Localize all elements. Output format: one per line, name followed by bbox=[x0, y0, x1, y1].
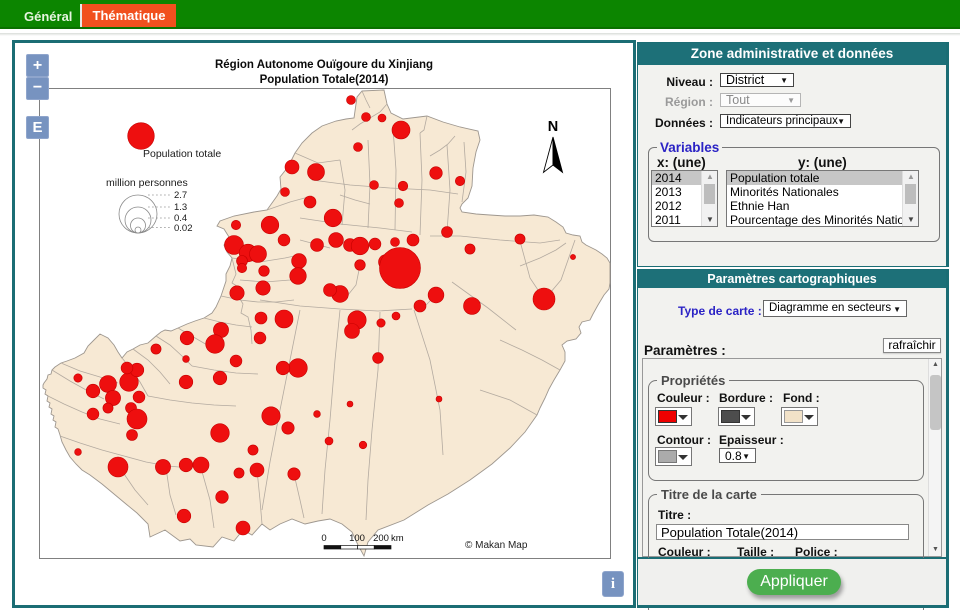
svg-text:0.02: 0.02 bbox=[174, 223, 193, 234]
svg-text:N: N bbox=[548, 119, 558, 135]
svg-text:100: 100 bbox=[349, 533, 365, 544]
svg-text:1.3: 1.3 bbox=[174, 202, 187, 213]
svg-text:200: 200 bbox=[373, 533, 389, 544]
svg-text:0: 0 bbox=[321, 533, 326, 544]
svg-text:km: km bbox=[391, 533, 404, 544]
svg-text:Population totale: Population totale bbox=[143, 148, 221, 160]
svg-text:Région Autonome Ouïgoure du Xi: Région Autonome Ouïgoure du Xinjiang bbox=[215, 59, 433, 71]
svg-text:2.7: 2.7 bbox=[174, 190, 187, 201]
svg-text:million personnes: million personnes bbox=[106, 177, 188, 189]
svg-text:Population Totale(2014): Population Totale(2014) bbox=[260, 74, 389, 86]
svg-text:© Makan Map: © Makan Map bbox=[465, 540, 528, 551]
